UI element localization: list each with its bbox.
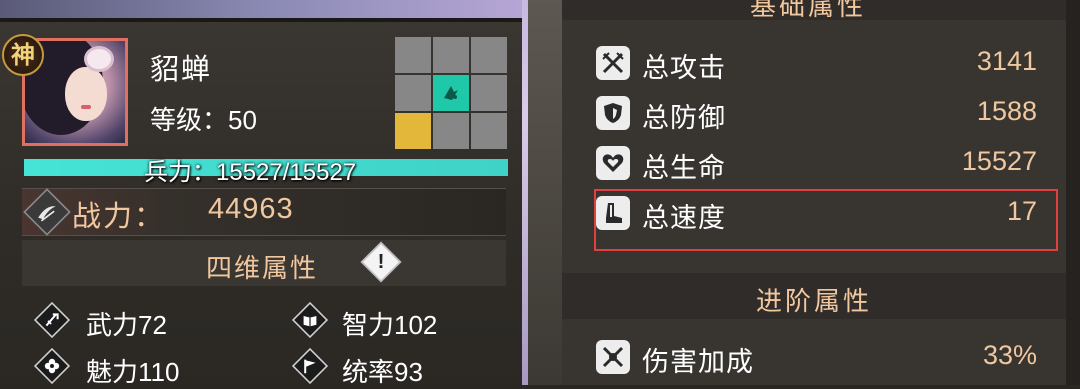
grid-cell[interactable]	[471, 37, 507, 73]
attr-row-health: 总生命 15527	[592, 142, 1067, 184]
basic-attributes-header: 基础属性	[562, 0, 1072, 20]
banner-icon	[291, 347, 329, 385]
grid-cell-active[interactable]	[433, 75, 469, 111]
crossed-swords-icon	[596, 46, 630, 80]
grid-cell[interactable]	[433, 37, 469, 73]
four-dimension-header: 四维属性 !	[22, 240, 506, 286]
combat-power-icon	[23, 188, 71, 236]
attr-value: 15527	[961, 146, 1037, 176]
formation-marker-icon	[444, 86, 458, 100]
stat-strength: 武力72	[86, 310, 167, 340]
portrait-lips	[81, 105, 91, 109]
flower-icon	[33, 347, 71, 385]
stat-leadership: 统率93	[342, 357, 423, 387]
attr-label: 总防御	[642, 103, 726, 133]
info-icon[interactable]: !	[360, 241, 402, 283]
sword-icon	[33, 301, 71, 339]
panel-divider	[528, 0, 562, 385]
speed-highlight-box	[594, 189, 1058, 251]
grid-cell[interactable]	[433, 113, 469, 149]
grid-cell[interactable]	[471, 75, 507, 111]
shield-icon	[596, 96, 630, 130]
troop-count: 兵力：15527/15527	[144, 159, 357, 186]
portrait-face	[65, 67, 107, 121]
hero-level: 等级：50	[150, 100, 257, 137]
four-dimension-title: 四维属性	[206, 253, 319, 283]
grid-cell[interactable]	[471, 113, 507, 149]
grid-cell-yellow[interactable]	[395, 113, 431, 149]
grid-cell[interactable]	[395, 75, 431, 111]
heart-icon	[596, 146, 630, 180]
level-value: 50	[228, 105, 257, 135]
top-decor-trim	[0, 18, 528, 22]
formation-grid[interactable]	[395, 37, 507, 149]
advanced-attributes-header: 进阶属性	[562, 273, 1072, 319]
combat-power-value: 44963	[208, 193, 294, 225]
rank-badge-icon: 神	[2, 34, 44, 76]
hero-name: 貂蝉	[150, 54, 213, 86]
top-decor-bar	[0, 0, 528, 18]
damage-bonus-icon	[596, 340, 630, 374]
level-label: 等级：	[150, 105, 229, 135]
attr-row-defense: 总防御 1588	[592, 92, 1067, 134]
attr-row-attack: 总攻击 3141	[592, 42, 1067, 84]
combat-power-label: 战力：	[72, 201, 166, 233]
attr-row-damage-bonus: 伤害加成 33%	[592, 336, 1067, 378]
hero-info-panel: 神 貂蝉 等级：50 兵力：15527/15527 战力： 44963 四维属性…	[0, 0, 528, 387]
book-icon	[291, 301, 329, 339]
grid-cell[interactable]	[395, 37, 431, 73]
attr-label: 伤害加成	[642, 347, 754, 377]
screen-edge	[1066, 0, 1080, 385]
stat-intelligence: 智力102	[342, 310, 438, 340]
attr-value: 33%	[982, 340, 1037, 370]
attr-label: 总攻击	[642, 53, 726, 83]
combat-power-row: 战力： 44963	[22, 188, 506, 236]
advanced-attributes-title: 进阶属性	[756, 286, 873, 316]
attr-value: 1588	[976, 96, 1037, 126]
basic-attributes-title: 基础属性	[750, 0, 867, 20]
attr-value: 3141	[976, 46, 1037, 76]
attr-label: 总生命	[642, 153, 726, 183]
portrait-hair-flower	[87, 49, 111, 69]
stat-charisma: 魅力110	[86, 357, 180, 387]
